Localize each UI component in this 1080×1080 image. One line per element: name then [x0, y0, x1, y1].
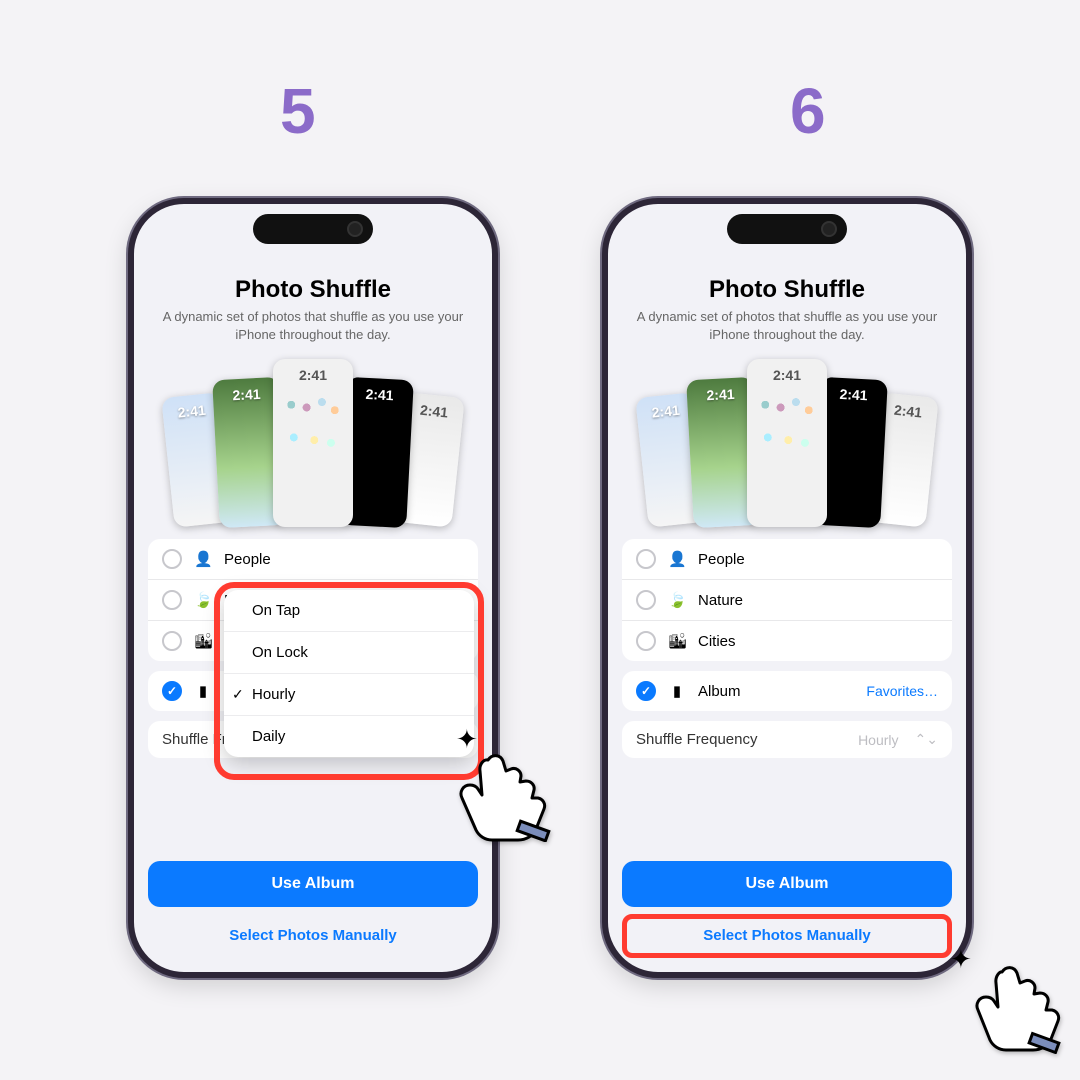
use-album-button[interactable]: Use Album: [148, 861, 478, 907]
city-icon: 🏙: [194, 632, 212, 650]
phone-step-5: Photo Shuffle A dynamic set of photos th…: [128, 198, 498, 978]
popup-option-label: On Lock: [252, 644, 308, 661]
radio-checked-icon[interactable]: [162, 681, 182, 701]
page-subtitle: A dynamic set of photos that shuffle as …: [148, 308, 478, 343]
step-number-6: 6: [790, 74, 826, 148]
album-value[interactable]: Favorites…: [866, 683, 938, 699]
row-label: People: [698, 551, 745, 568]
preview-time: 2:41: [747, 367, 827, 383]
preview-time: 2:41: [273, 367, 353, 383]
category-list: 👤 People 🍃 Nature 🏙 Cities: [622, 539, 952, 661]
popup-option-daily[interactable]: Daily: [224, 715, 474, 757]
updown-icon: ⌃⌄: [915, 731, 938, 748]
use-album-button[interactable]: Use Album: [622, 861, 952, 907]
step-number-5: 5: [280, 74, 316, 148]
preview-time: 2:41: [879, 400, 938, 422]
radio-unchecked-icon[interactable]: [636, 590, 656, 610]
row-album[interactable]: ▮ Album Favorites…: [622, 671, 952, 711]
preview-time: 2:41: [820, 385, 888, 404]
preview-time: 2:41: [686, 385, 754, 404]
preview-time: 2:41: [212, 385, 280, 404]
radio-checked-icon[interactable]: [636, 681, 656, 701]
popup-option-onlock[interactable]: On Lock: [224, 631, 474, 673]
row-label: Cities: [698, 633, 736, 650]
wallpaper-preview: 2:41 2:41 2:41 2:41 2:41: [622, 359, 952, 527]
radio-unchecked-icon[interactable]: [636, 631, 656, 651]
album-icon: ▮: [194, 682, 212, 700]
radio-unchecked-icon[interactable]: [636, 549, 656, 569]
popup-option-label: Hourly: [252, 686, 295, 703]
page-title: Photo Shuffle: [622, 276, 952, 304]
person-icon: 👤: [194, 550, 212, 568]
preview-time: 2:41: [636, 400, 695, 422]
select-photos-manually-button[interactable]: Select Photos Manually: [148, 915, 478, 956]
popup-option-ontap[interactable]: On Tap: [224, 590, 474, 631]
city-icon: 🏙: [668, 632, 686, 650]
tap-hand-icon: ✦: [966, 958, 1066, 1059]
row-shuffle-frequency[interactable]: Shuffle Frequency Hourly ⌃⌄: [622, 721, 952, 758]
preview-time: 2:41: [162, 400, 221, 422]
popup-option-label: On Tap: [252, 602, 300, 619]
album-icon: ▮: [668, 682, 686, 700]
row-label: Nature: [698, 592, 743, 609]
shuffle-frequency-list: Shuffle Frequency Hourly ⌃⌄: [622, 721, 952, 758]
preview-time: 2:41: [346, 385, 414, 404]
popup-option-hourly[interactable]: ✓ Hourly: [224, 673, 474, 715]
wallpaper-preview: 2:41 2:41 2:41 2:41 2:41: [148, 359, 478, 527]
page-subtitle: A dynamic set of photos that shuffle as …: [622, 308, 952, 343]
radio-unchecked-icon[interactable]: [162, 590, 182, 610]
page-title: Photo Shuffle: [148, 276, 478, 304]
preview-time: 2:41: [405, 400, 464, 422]
person-icon: 👤: [668, 550, 686, 568]
row-label: People: [224, 551, 271, 568]
select-photos-manually-button[interactable]: Select Photos Manually: [622, 915, 952, 956]
row-nature[interactable]: 🍃 Nature: [622, 579, 952, 620]
frequency-value: Hourly: [858, 732, 898, 748]
leaf-icon: 🍃: [668, 591, 686, 609]
leaf-icon: 🍃: [194, 591, 212, 609]
row-people[interactable]: 👤 People: [148, 539, 478, 579]
check-icon: ✓: [232, 686, 244, 703]
row-label: Album: [698, 683, 741, 700]
popup-option-label: Daily: [252, 728, 285, 745]
row-label: Shuffle Frequency: [636, 731, 757, 748]
phone-step-6: Photo Shuffle A dynamic set of photos th…: [602, 198, 972, 978]
row-cities[interactable]: 🏙 Cities: [622, 620, 952, 661]
radio-unchecked-icon[interactable]: [162, 549, 182, 569]
row-people[interactable]: 👤 People: [622, 539, 952, 579]
album-list: ▮ Album Favorites…: [622, 671, 952, 711]
tap-hand-icon: ✦: [448, 742, 558, 847]
frequency-popup: On Tap On Lock ✓ Hourly Daily: [224, 590, 474, 757]
radio-unchecked-icon[interactable]: [162, 631, 182, 651]
